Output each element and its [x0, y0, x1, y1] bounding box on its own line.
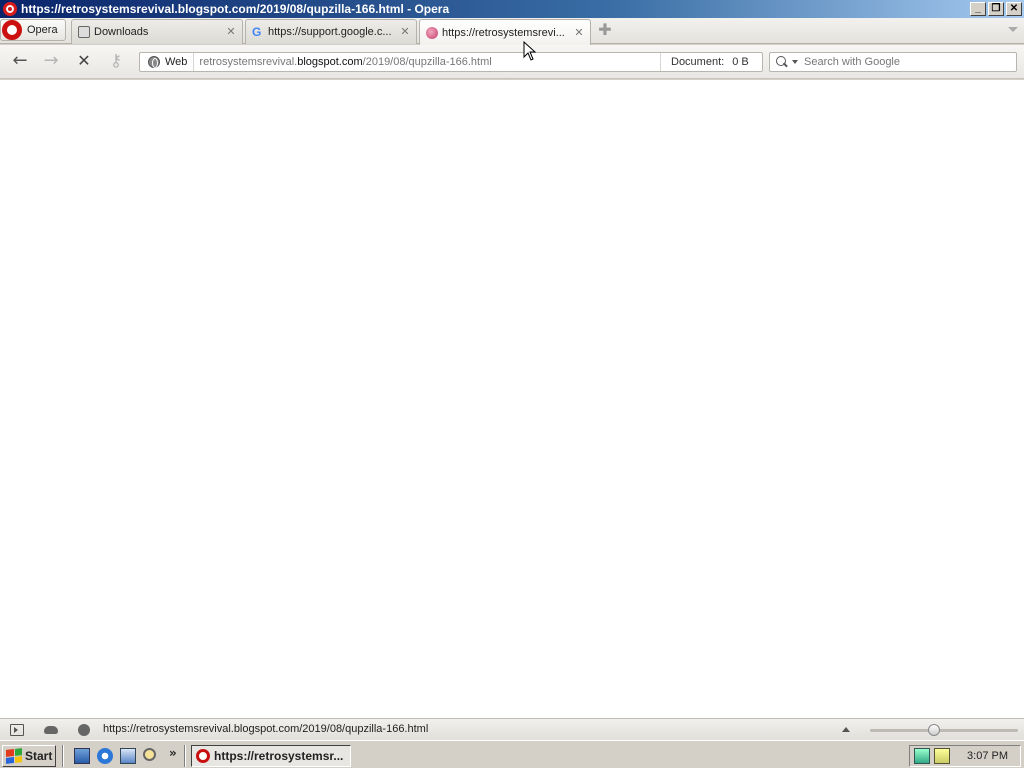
close-tab-icon[interactable]: ✕: [226, 27, 236, 38]
tray-app-icon[interactable]: [934, 748, 950, 764]
title-bar: https://retrosystemsrevival.blogspot.com…: [0, 0, 1024, 18]
opera-menu-button[interactable]: Opera: [0, 19, 66, 41]
wand-key-button[interactable]: ⚷: [106, 52, 126, 72]
forward-button[interactable]: →: [41, 52, 61, 72]
globe-icon: [148, 56, 160, 68]
address-bar[interactable]: Web retrosystemsrevival.blogspot.com/201…: [139, 52, 763, 72]
system-tray: 3:07 PM: [909, 745, 1021, 767]
opera-turbo-icon[interactable]: [78, 724, 90, 736]
taskbar-separator: [184, 745, 186, 767]
view-menu-up-icon[interactable]: [842, 727, 850, 732]
start-button[interactable]: Start: [2, 745, 56, 767]
tab-google-support[interactable]: G https://support.google.c... ✕: [245, 19, 417, 44]
zoom-slider[interactable]: [870, 724, 1018, 736]
show-desktop-icon[interactable]: [74, 748, 90, 764]
tab-label: https://retrosystemsrevi...: [442, 26, 565, 39]
tab-retrosystems[interactable]: https://retrosystemsrevi... ✕: [419, 19, 591, 45]
search-icon[interactable]: [776, 56, 788, 68]
windows-taskbar: Start » https://retrosystemsr... 3:07 PM: [0, 740, 1024, 768]
outlook-express-icon[interactable]: [120, 748, 136, 764]
search-files-icon[interactable]: [143, 748, 156, 761]
document-size-value: 0 B: [732, 56, 749, 68]
panel-toggle-icon[interactable]: [10, 724, 24, 736]
opera-menu-label: Opera: [27, 24, 58, 36]
tab-downloads[interactable]: Downloads ✕: [71, 19, 243, 44]
search-placeholder: Search with Google: [804, 56, 900, 68]
google-icon: G: [252, 25, 262, 39]
page-content[interactable]: [0, 80, 1024, 718]
tab-strip: Opera Downloads ✕ G https://support.goog…: [0, 18, 1024, 45]
new-tab-button[interactable]: ✚: [598, 22, 612, 38]
status-bar: https://retrosystemsrevival.blogspot.com…: [0, 718, 1024, 740]
search-engine-dropdown-icon[interactable]: [792, 60, 798, 64]
document-size-indicator: Document: 0 B: [660, 53, 762, 71]
restore-button[interactable]: ❐: [988, 2, 1004, 16]
blog-icon: [426, 26, 438, 39]
close-tab-icon[interactable]: ✕: [400, 27, 410, 38]
minimize-button[interactable]: _: [970, 2, 986, 16]
zoom-slider-thumb[interactable]: [928, 724, 940, 736]
site-badge[interactable]: Web: [140, 53, 195, 71]
document-size-label: Document:: [671, 56, 725, 68]
quick-launch-more-button[interactable]: »: [169, 746, 177, 760]
tab-menu-chevron-icon[interactable]: [1008, 27, 1018, 32]
clock[interactable]: 3:07 PM: [967, 750, 1008, 762]
window-controls: _ ❐ ✕: [968, 2, 1022, 16]
start-label: Start: [25, 749, 53, 763]
close-window-button[interactable]: ✕: [1006, 2, 1022, 16]
tab-label: Downloads: [94, 26, 149, 38]
taskbar-opera-window-button[interactable]: https://retrosystemsr...: [191, 745, 351, 767]
windows-flag-icon: [6, 748, 22, 764]
window-title: https://retrosystemsrevival.blogspot.com…: [21, 2, 450, 16]
opera-logo-icon: [2, 20, 22, 40]
downloads-icon: [78, 26, 90, 38]
tab-label: https://support.google.c...: [268, 26, 392, 38]
mouse-cursor-icon: [523, 41, 537, 61]
internet-explorer-icon[interactable]: [97, 748, 113, 764]
back-button[interactable]: ←: [10, 52, 30, 72]
close-tab-icon[interactable]: ✕: [574, 27, 584, 38]
opera-logo-icon: [196, 749, 210, 763]
url-host: blogspot.com: [297, 56, 363, 68]
status-url: https://retrosystemsrevival.blogspot.com…: [103, 723, 429, 735]
taskbar-window-label: https://retrosystemsr...: [214, 749, 344, 763]
stop-button[interactable]: ✕: [74, 52, 94, 72]
url-text[interactable]: retrosystemsrevival.blogspot.com/2019/08…: [194, 56, 660, 68]
url-path: /2019/08/qupzilla-166.html: [362, 56, 492, 68]
opera-logo-icon: [3, 2, 17, 16]
network-icon[interactable]: [914, 748, 930, 764]
search-field[interactable]: Search with Google: [769, 52, 1017, 72]
taskbar-separator: [62, 745, 64, 767]
url-prefix: retrosystemsrevival.: [199, 56, 298, 68]
site-badge-label: Web: [165, 56, 188, 68]
opera-unite-icon[interactable]: [44, 726, 58, 734]
